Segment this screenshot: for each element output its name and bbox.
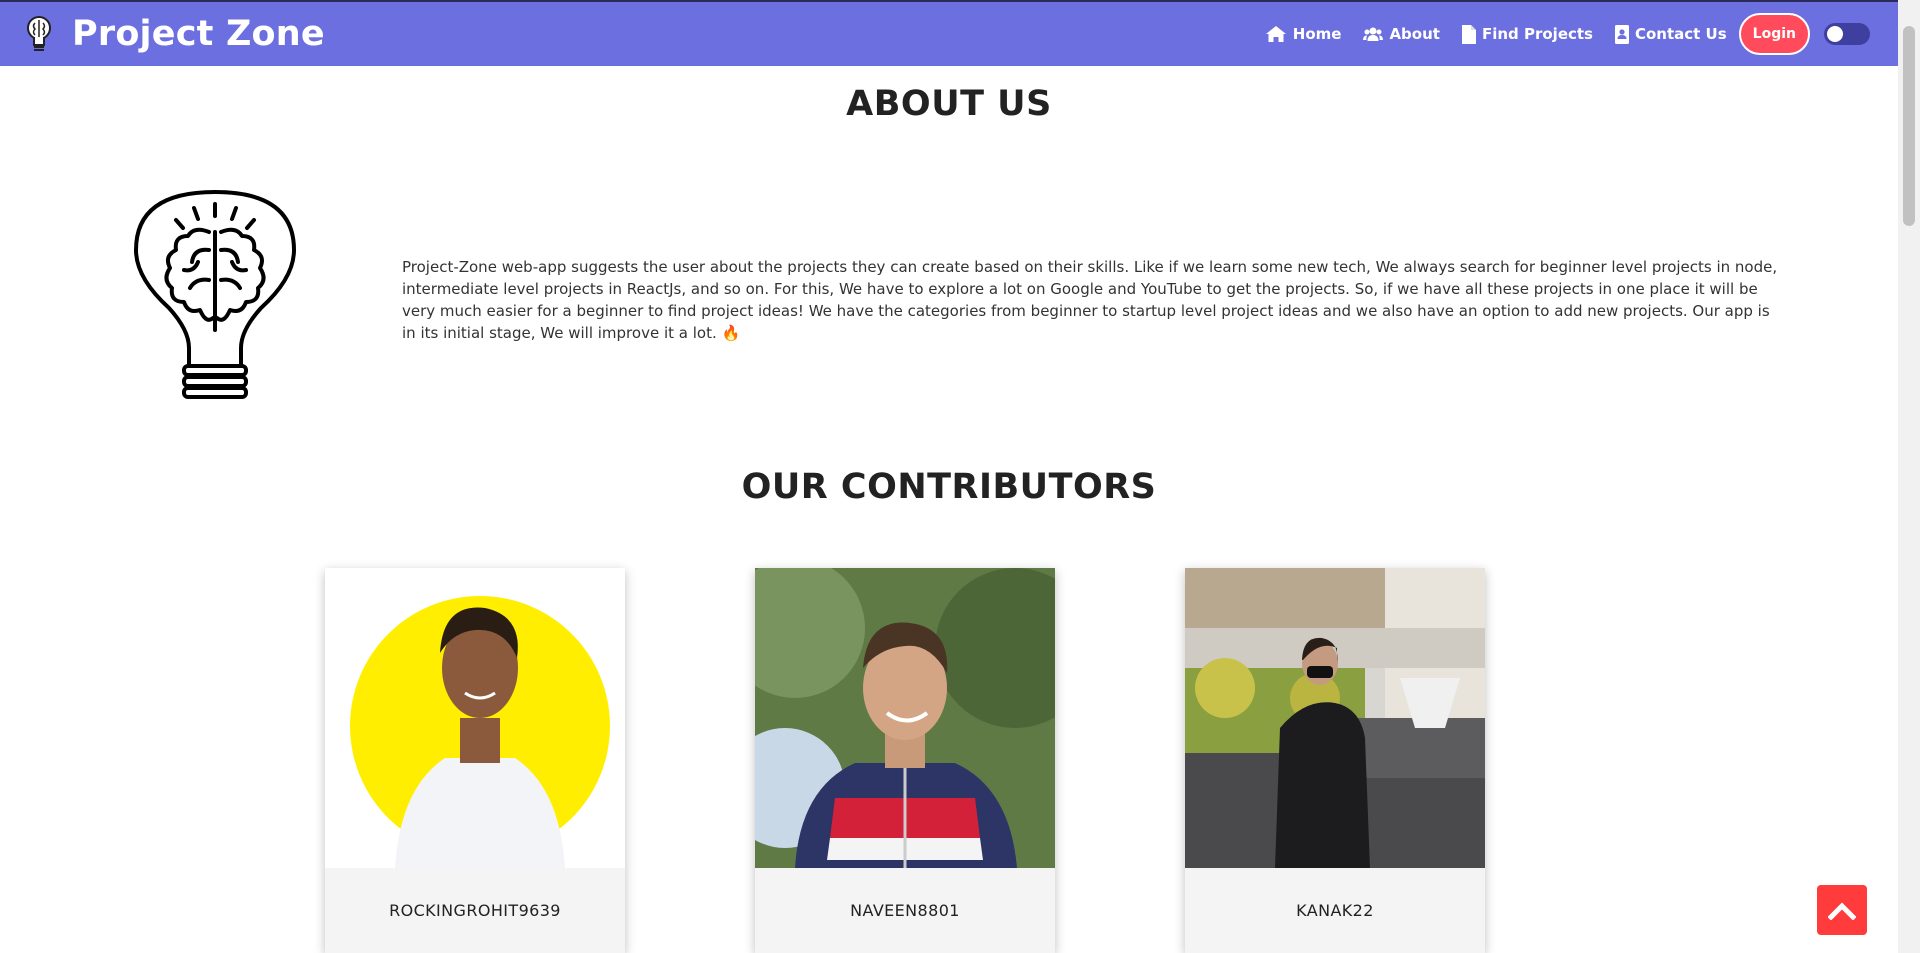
theme-toggle-knob <box>1827 26 1843 42</box>
brand-title: Project Zone <box>72 14 325 54</box>
page-scrollbar[interactable] <box>1898 0 1920 953</box>
about-description: Project-Zone web-app suggests the user a… <box>402 258 1778 342</box>
lightbulb-brain-illustration <box>134 190 296 409</box>
nav-about[interactable]: About <box>1363 25 1440 43</box>
contributor-photo <box>325 568 625 868</box>
theme-toggle[interactable] <box>1824 23 1870 45</box>
users-icon <box>1363 27 1384 41</box>
chevron-up-icon <box>1828 902 1856 920</box>
nav-home[interactable]: Home <box>1265 25 1342 43</box>
contact-card-icon <box>1614 24 1629 44</box>
contributor-name: KANAK22 <box>1185 868 1485 953</box>
nav-home-label: Home <box>1292 25 1342 43</box>
nav-links: Home About Find Projects Contact Us Logi… <box>1265 2 1870 66</box>
nav-contact-us[interactable]: Contact Us <box>1614 24 1727 44</box>
contributor-name: ROCKINGROHIT9639 <box>325 868 625 953</box>
contributor-card[interactable]: KANAK22 <box>1185 568 1485 953</box>
contributor-photo <box>755 568 1055 868</box>
home-icon <box>1265 26 1286 42</box>
contributor-name: NAVEEN8801 <box>755 868 1055 953</box>
contributor-card[interactable]: NAVEEN8801 <box>755 568 1055 953</box>
nav-find-projects[interactable]: Find Projects <box>1461 24 1593 44</box>
scroll-to-top-button[interactable] <box>1817 885 1867 935</box>
file-icon <box>1461 24 1476 44</box>
navbar: Project Zone Home About Find Projects Co… <box>0 0 1920 66</box>
contributors-title: OUR CONTRIBUTORS <box>741 467 1157 507</box>
lightbulb-brain-icon <box>24 14 54 54</box>
about-title: ABOUT US <box>846 84 1052 124</box>
contributor-photo <box>1185 568 1485 868</box>
contributor-card[interactable]: ROCKINGROHIT9639 <box>325 568 625 953</box>
nav-about-label: About <box>1389 25 1440 43</box>
nav-find-projects-label: Find Projects <box>1481 25 1593 43</box>
scrollbar-thumb[interactable] <box>1903 26 1915 226</box>
nav-contact-us-label: Contact Us <box>1634 25 1727 43</box>
login-button[interactable]: Login <box>1738 13 1810 55</box>
brand[interactable]: Project Zone <box>24 14 325 54</box>
